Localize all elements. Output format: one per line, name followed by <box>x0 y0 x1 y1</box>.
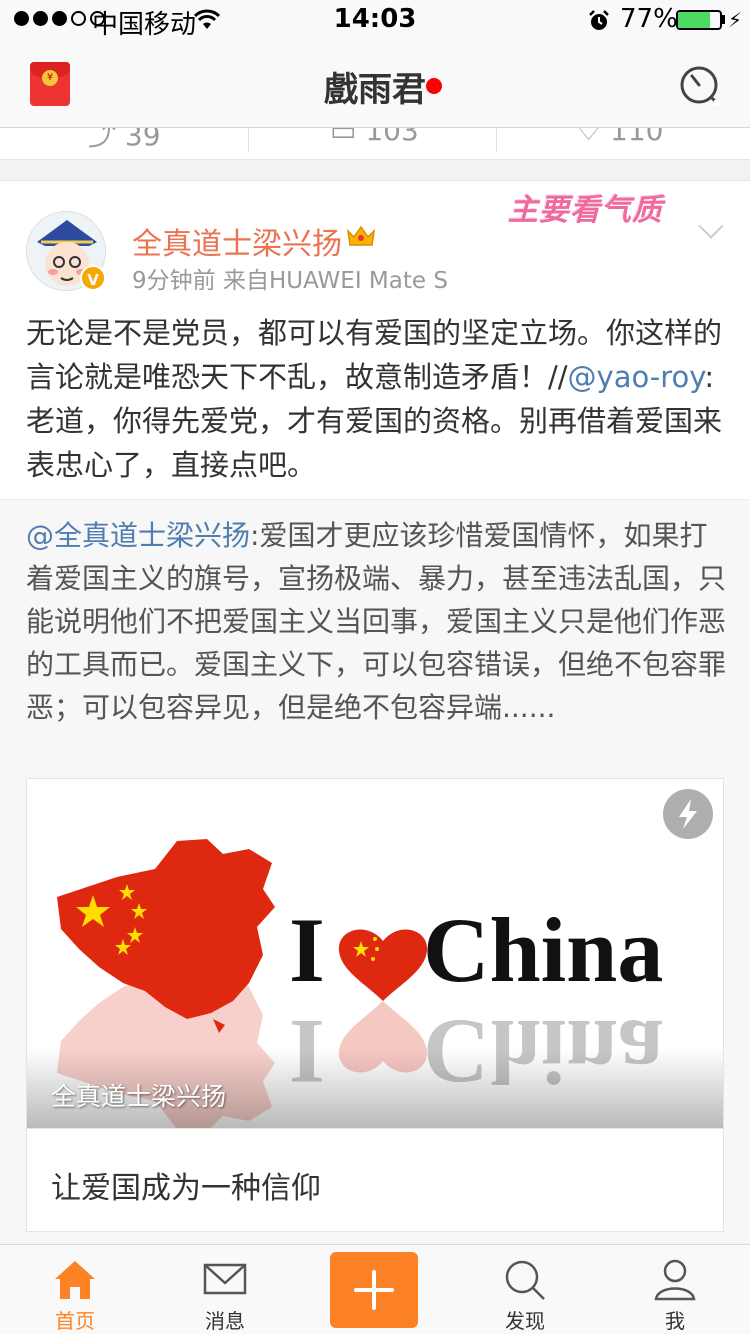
article-card[interactable]: I China I China 全真道士梁兴扬 <box>26 778 724 1232</box>
tab-messages[interactable]: 消息 <box>150 1245 300 1334</box>
vip-crown-icon[interactable] <box>346 223 376 253</box>
page-title[interactable]: 戲雨君 <box>0 62 750 111</box>
flash-icon[interactable] <box>663 789 713 839</box>
battery-percentage: 77% <box>620 4 678 34</box>
tab-bar: 首页 消息 发现 我 <box>0 1244 750 1334</box>
image-text-china: China <box>423 899 663 1001</box>
mention-link[interactable]: @yao-roy <box>568 360 705 394</box>
card-sticker: 主要看气质 <box>508 193 663 228</box>
tab-home[interactable]: 首页 <box>0 1245 150 1334</box>
tab-me[interactable]: 我 <box>600 1245 750 1334</box>
post-card[interactable]: V 全真道士梁兴扬 9分钟前 来自HUAWEI Mate S 主要看气质 无论是… <box>0 180 750 1243</box>
image-text-i: I <box>289 899 325 1001</box>
repost-text: @全真道士梁兴扬:爱国才更应该珍惜爱国情怀，如果打着爱国主义的旗号，宣扬极端、暴… <box>26 519 727 724</box>
article-title[interactable]: 让爱国成为一种信仰 <box>51 1163 321 1207</box>
charging-icon: ⚡ <box>728 8 743 32</box>
verified-badge-icon: V <box>80 265 106 291</box>
radar-icon[interactable] <box>678 64 722 112</box>
tab-home-label: 首页 <box>55 1309 95 1333</box>
mail-icon <box>203 1263 247 1295</box>
tab-discover-label: 发现 <box>505 1309 545 1333</box>
plus-icon <box>354 1270 394 1310</box>
post-text: 无论是不是党员，都可以有爱国的坚定立场。你这样的言论就是唯恐天下不乱，故意制造矛… <box>26 316 723 482</box>
previous-post-actions: ⤴ 39 ▭ 103 ♡ 110 <box>0 128 750 160</box>
post-meta: 9分钟前 来自HUAWEI Mate S <box>132 268 448 294</box>
reposted-content[interactable]: @全真道士梁兴扬:爱国才更应该珍惜爱国情怀，如果打着爱国主义的旗号，宣扬极端、暴… <box>0 499 750 1243</box>
article-image: I China I China 全真道士梁兴扬 <box>27 779 723 1129</box>
battery-icon <box>676 10 722 30</box>
nav-bar: ¥ 戲雨君 <box>0 40 750 128</box>
tab-me-label: 我 <box>665 1309 685 1333</box>
person-icon <box>654 1259 696 1301</box>
live-indicator <box>426 78 442 94</box>
tab-discover[interactable]: 发现 <box>450 1245 600 1334</box>
like-button[interactable]: ♡ 110 <box>576 128 663 147</box>
comment-button[interactable]: ▭ 103 <box>330 128 419 147</box>
status-bar: 中国移动 14:03 77% ⚡ <box>0 0 750 40</box>
chevron-down-icon[interactable] <box>698 213 724 239</box>
home-icon <box>55 1261 95 1299</box>
alarm-icon <box>588 9 610 39</box>
image-caption: 全真道士梁兴扬 <box>51 1082 227 1111</box>
search-icon <box>505 1260 545 1300</box>
heart-icon <box>338 929 428 1001</box>
compose-button[interactable] <box>330 1252 418 1328</box>
author-name[interactable]: 全真道士梁兴扬 <box>132 219 342 263</box>
repost-button[interactable]: ⤴ 39 <box>88 128 161 154</box>
tab-messages-label: 消息 <box>205 1309 245 1333</box>
repost-author-mention[interactable]: @全真道士梁兴扬 <box>26 519 250 552</box>
